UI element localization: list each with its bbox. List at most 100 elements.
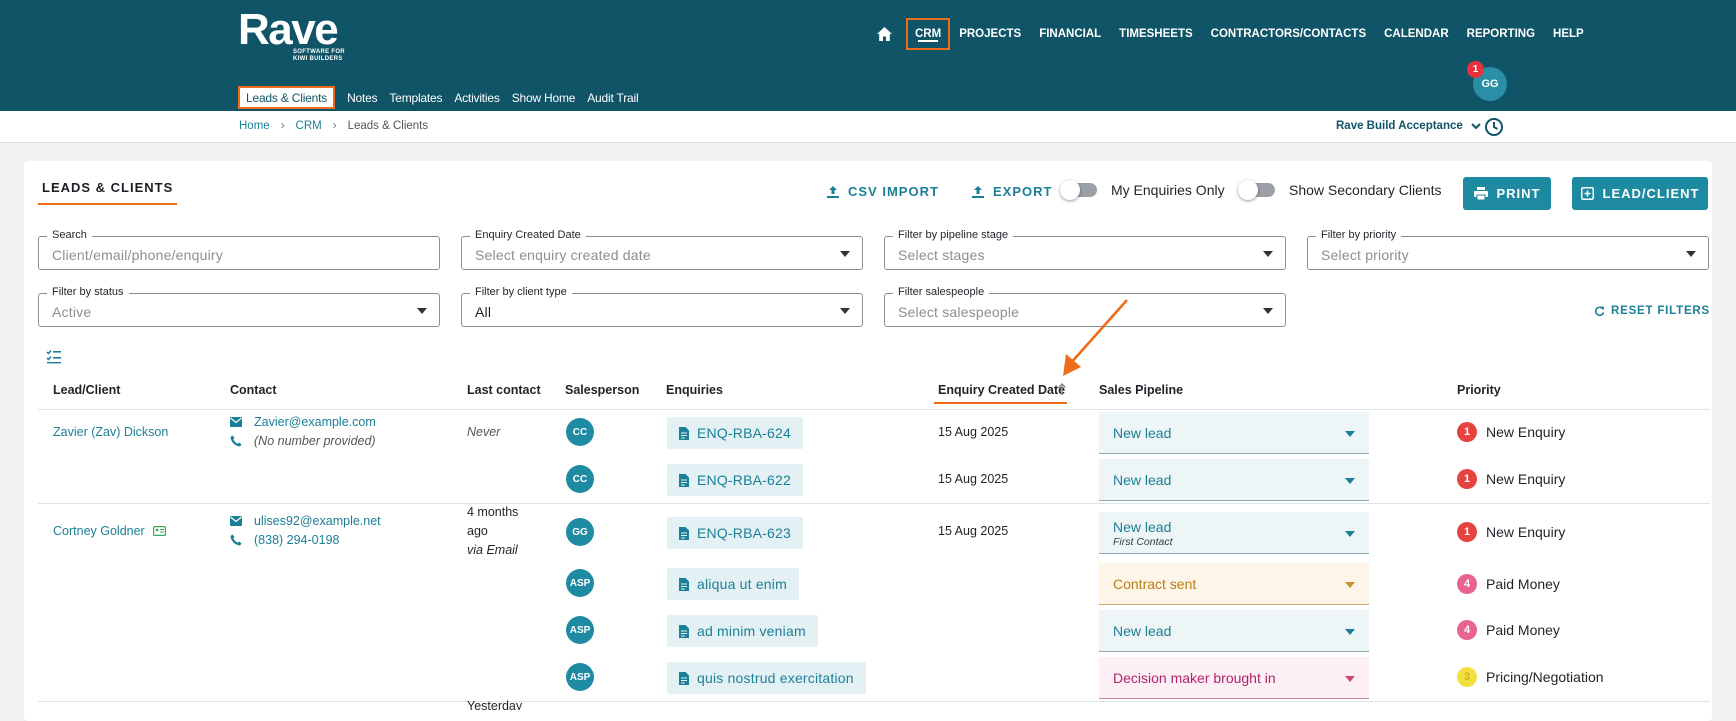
nav-financial[interactable]: FINANCIAL xyxy=(1030,18,1110,50)
document-icon xyxy=(679,624,689,638)
document-icon xyxy=(679,671,689,685)
csv-import-button[interactable]: CSV IMPORT xyxy=(826,184,939,199)
logo-tagline-line2: KIWI BUILDERS xyxy=(293,56,343,62)
pipeline-stage-label: Filter by pipeline stage xyxy=(893,229,1014,242)
enquiry-id: aliqua ut enim xyxy=(697,576,787,592)
user-avatar[interactable]: GG 1 xyxy=(1467,61,1507,101)
pipeline-substage: First Contact xyxy=(1113,536,1173,548)
email-link[interactable]: Zavier@example.com xyxy=(254,415,376,429)
envelope-icon xyxy=(230,516,246,526)
pipeline-value: New lead xyxy=(1113,472,1172,488)
last-contact-line2: ago xyxy=(467,524,488,538)
sub-nav: Leads & Clients Notes Templates Activiti… xyxy=(238,86,650,109)
nav-crm[interactable]: CRM xyxy=(906,18,951,50)
print-button[interactable]: PRINT xyxy=(1463,177,1551,210)
pipeline-select[interactable]: New lead xyxy=(1099,412,1369,454)
project-selector[interactable]: Rave Build Acceptance xyxy=(1336,120,1481,132)
export-button[interactable]: EXPORT xyxy=(971,184,1052,199)
search-input[interactable]: Search Client/email/phone/enquiry xyxy=(38,229,440,270)
pipeline-select[interactable]: New lead xyxy=(1099,610,1369,652)
salespeople-placeholder: Select salespeople xyxy=(898,304,1020,320)
pipeline-select[interactable]: Contract sent xyxy=(1099,563,1369,605)
chevron-down-icon xyxy=(1471,122,1481,129)
caret-down-icon xyxy=(840,251,850,257)
pipeline-value: Contract sent xyxy=(1113,576,1197,592)
breadcrumb-crm[interactable]: CRM xyxy=(296,120,322,132)
main-nav: CRM PROJECTS FINANCIAL TIMESHEETS CONTRA… xyxy=(872,18,1593,50)
my-enquiries-label: My Enquiries Only xyxy=(1111,182,1225,198)
subnav-activities[interactable]: Activities xyxy=(454,86,500,109)
email-link[interactable]: ulises92@example.net xyxy=(254,514,381,528)
col-enquiries[interactable]: Enquiries xyxy=(666,383,723,397)
enquiry-link[interactable]: ENQ-RBA-624 xyxy=(667,417,804,449)
col-contact[interactable]: Contact xyxy=(230,383,277,397)
priority-label: New Enquiry xyxy=(1486,471,1566,487)
reset-filters-button[interactable]: RESET FILTERS xyxy=(1594,305,1710,317)
col-priority[interactable]: Priority xyxy=(1457,383,1501,397)
column-list-icon[interactable] xyxy=(46,348,62,364)
enquiry-link[interactable]: ENQ-RBA-623 xyxy=(667,517,804,549)
col-last-contact[interactable]: Last contact xyxy=(467,383,541,397)
priority-indicator: 4 Paid Money xyxy=(1457,574,1560,594)
col-lead-client[interactable]: Lead/Client xyxy=(53,383,120,397)
enquiry-id: ENQ-RBA-624 xyxy=(697,425,792,441)
rave-logo[interactable]: Rave SOFTWARE FOR KIWI BUILDERS xyxy=(238,8,345,63)
secondary-clients-toggle[interactable]: Show Secondary Clients xyxy=(1238,180,1442,200)
contact-email: Zavier@example.com xyxy=(230,415,376,429)
enquiry-link[interactable]: quis nostrud exercitation xyxy=(667,662,866,694)
nav-help[interactable]: HELP xyxy=(1544,18,1593,50)
pipeline-select[interactable]: New lead First Contact xyxy=(1099,512,1369,554)
breadcrumb-home[interactable]: Home xyxy=(239,120,270,132)
upload-icon xyxy=(827,185,839,198)
nav-projects[interactable]: PROJECTS xyxy=(950,18,1030,50)
project-selector-label: Rave Build Acceptance xyxy=(1336,120,1463,132)
page-title: LEADS & CLIENTS xyxy=(37,180,178,205)
lead-name: Cortney Goldner xyxy=(53,524,145,538)
add-lead-client-button[interactable]: LEAD/CLIENT xyxy=(1572,177,1708,210)
history-clock-icon[interactable] xyxy=(1484,117,1504,137)
pipeline-select[interactable]: Decision maker brought in xyxy=(1099,657,1369,699)
priority-label: New Enquiry xyxy=(1486,424,1566,440)
search-placeholder: Client/email/phone/enquiry xyxy=(52,247,223,263)
lead-name-link[interactable]: Cortney Goldner xyxy=(53,524,166,538)
caret-down-icon xyxy=(1345,478,1355,484)
priority-indicator: 3 Pricing/Negotiation xyxy=(1457,667,1604,687)
priority-select[interactable]: Filter by priority Select priority xyxy=(1307,229,1709,270)
pipeline-stage-select[interactable]: Filter by pipeline stage Select stages xyxy=(884,229,1286,270)
col-salesperson[interactable]: Salesperson xyxy=(565,383,639,397)
home-icon[interactable] xyxy=(872,22,896,46)
subnav-notes[interactable]: Notes xyxy=(347,86,378,109)
salesperson-avatar: GG xyxy=(566,518,594,546)
col-enquiry-created-date[interactable]: Enquiry Created Date xyxy=(933,383,1068,404)
pipeline-select[interactable]: New lead xyxy=(1099,459,1369,501)
upload-icon xyxy=(972,185,984,198)
caret-down-icon xyxy=(1345,431,1355,437)
lead-name-link[interactable]: Zavier (Zav) Dickson xyxy=(53,425,168,439)
enquiry-link[interactable]: ENQ-RBA-622 xyxy=(667,464,804,496)
priority-number: 4 xyxy=(1457,620,1477,640)
enquiry-link[interactable]: aliqua ut enim xyxy=(667,568,799,600)
table-divider xyxy=(38,409,1710,410)
status-label: Filter by status xyxy=(47,286,129,299)
nav-calendar[interactable]: CALENDAR xyxy=(1375,18,1458,50)
subnav-show-home[interactable]: Show Home xyxy=(512,86,576,109)
nav-reporting[interactable]: REPORTING xyxy=(1458,18,1544,50)
status-select[interactable]: Filter by status Active xyxy=(38,286,440,327)
subnav-templates[interactable]: Templates xyxy=(389,86,442,109)
priority-indicator: 1 New Enquiry xyxy=(1457,469,1565,489)
phone-link[interactable]: (838) 294-0198 xyxy=(254,533,339,547)
table-divider xyxy=(38,503,1710,504)
enquiry-created-date-select[interactable]: Enquiry Created Date Select enquiry crea… xyxy=(461,229,863,270)
client-type-value: All xyxy=(475,304,492,320)
salesperson-avatar: CC xyxy=(566,418,594,446)
enquiry-link[interactable]: ad minim veniam xyxy=(667,615,818,647)
pipeline-stage-placeholder: Select stages xyxy=(898,247,985,263)
my-enquiries-toggle[interactable]: My Enquiries Only xyxy=(1060,180,1225,200)
nav-contractors-contacts[interactable]: CONTRACTORS/CONTACTS xyxy=(1202,18,1375,50)
client-type-select[interactable]: Filter by client type All xyxy=(461,286,863,327)
subnav-audit-trail[interactable]: Audit Trail xyxy=(587,86,638,109)
nav-timesheets[interactable]: TIMESHEETS xyxy=(1110,18,1201,50)
breadcrumb-bar: Home › CRM › Leads & Clients Rave Build … xyxy=(0,111,1736,143)
subnav-leads-clients[interactable]: Leads & Clients xyxy=(238,86,336,109)
salesperson-avatar: ASP xyxy=(566,569,594,597)
